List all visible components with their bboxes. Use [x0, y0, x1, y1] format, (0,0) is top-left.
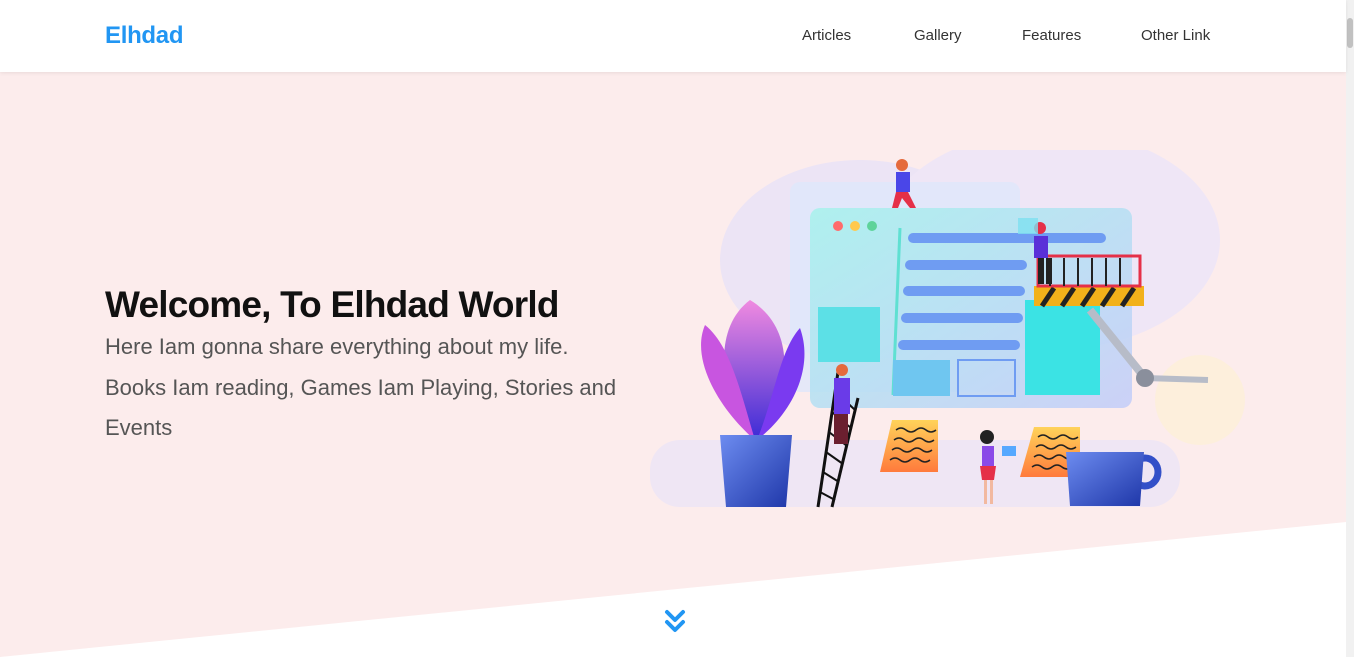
hero-line-2: Books Iam reading, Games Iam Playing, St…	[105, 374, 617, 441]
scrollbar-thumb[interactable]	[1347, 18, 1353, 48]
site-header: Elhdad Articles Gallery Features Other L…	[0, 0, 1346, 72]
hero-title: Welcome, To Elhdad World	[105, 284, 559, 325]
page-scrollbar[interactable]	[1346, 0, 1354, 657]
nav-link-articles[interactable]: Articles	[802, 27, 851, 44]
hero-description: Here Iam gonna share everything about my…	[105, 327, 645, 449]
double-chevron-down-icon	[665, 610, 685, 632]
hero-illustration	[650, 150, 1245, 508]
nav-link-features[interactable]: Features	[1022, 27, 1081, 44]
nav-link-other[interactable]: Other Link	[1141, 27, 1210, 44]
site-logo[interactable]: Elhdad	[105, 22, 184, 50]
hero-line-1: Here Iam gonna share everything about my…	[105, 334, 569, 359]
nav-link-gallery[interactable]: Gallery	[914, 27, 962, 44]
scroll-down-button[interactable]	[663, 608, 687, 636]
